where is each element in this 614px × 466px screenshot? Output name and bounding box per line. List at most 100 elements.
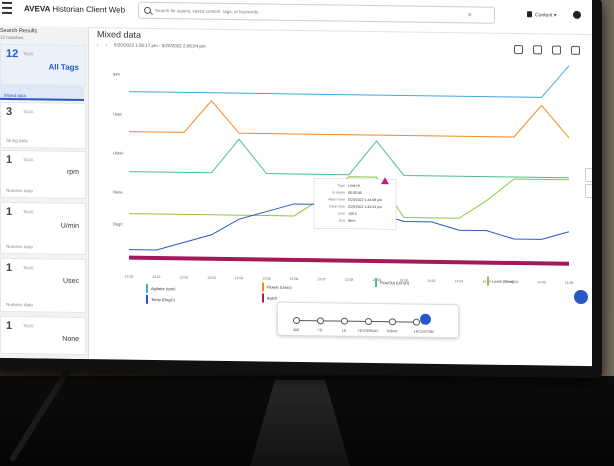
y-axis-label: DegC	[113, 221, 123, 226]
user-account-icon[interactable]	[573, 10, 581, 19]
clear-icon[interactable]: ✕	[468, 12, 472, 18]
result-card-selected-strip[interactable]: Mixed data	[0, 83, 84, 102]
y-axis-label: U/min	[113, 150, 123, 155]
content-menu[interactable]: Content ▾	[535, 12, 556, 18]
card-count: 1	[6, 205, 13, 219]
y-axis-label: rpm	[113, 71, 121, 76]
legend-item[interactable]: FlowOut (U/min)	[375, 278, 409, 288]
tooltip-label: Clear time	[329, 204, 345, 208]
card-count: 1	[6, 319, 13, 333]
settings-icon[interactable]	[552, 45, 561, 55]
legend-label: Batch	[267, 295, 278, 301]
card-footer-label: Numeric data	[6, 243, 33, 250]
x-tick-label: 13:57	[317, 277, 326, 281]
legend-label: Level (liters)	[492, 278, 514, 285]
picker-option-custom[interactable]	[420, 313, 431, 325]
picker-track	[295, 319, 415, 323]
card-unit-label: TAGS	[23, 323, 34, 329]
tooltip-value: Limit.HI	[348, 184, 360, 188]
chart-toolbar	[514, 45, 580, 55]
refresh-icon[interactable]	[514, 45, 523, 55]
next-icon[interactable]: ›	[106, 42, 108, 47]
x-tick-label: 14:01	[427, 279, 436, 283]
x-tick-label: 13:53	[207, 276, 216, 280]
card-main-label: None	[62, 335, 79, 343]
picker-option[interactable]	[293, 316, 300, 325]
previous-icon[interactable]: ‹	[97, 42, 99, 47]
picker-label: 30D	[292, 327, 300, 333]
legend-item[interactable]: Agitator (rpm)	[146, 283, 176, 293]
picker-label: 7D	[317, 328, 323, 333]
picker-option[interactable]	[317, 317, 324, 325]
search-input[interactable]: Search for assets, saved content, tags, …	[155, 8, 258, 14]
card-main-label: Usec	[63, 277, 79, 285]
monitor-screen: AVEVA Historian Client Web Search for as…	[0, 0, 592, 367]
legend-item[interactable]: FlowIn (Usec)	[262, 282, 292, 292]
trash-icon[interactable]	[527, 11, 532, 18]
result-card[interactable]: 1 TAGS Usec Numeric data	[0, 257, 86, 314]
search-results-title: Search Results	[0, 27, 38, 35]
picker-option[interactable]	[413, 318, 420, 326]
legend-swatch	[262, 282, 264, 292]
tooltip-label: Unit	[339, 219, 345, 223]
card-footer-label: Mixed data	[4, 92, 27, 99]
search-bar[interactable]: Search for assets, saved content, tags, …	[138, 1, 495, 24]
series-line	[129, 138, 569, 179]
card-unit-label: TAGS	[23, 109, 34, 115]
x-tick-label: 14:06	[565, 281, 574, 285]
picker-option[interactable]	[389, 318, 396, 326]
x-tick-label: 13:58	[345, 278, 354, 282]
x-tick-label: 13:55	[262, 276, 271, 280]
card-count: 1	[6, 261, 13, 275]
legend-swatch	[262, 293, 264, 303]
legend-item[interactable]: Level (liters)	[487, 276, 514, 286]
search-results-count: 12 matches	[0, 34, 24, 41]
picker-label: 1D	[341, 328, 347, 333]
card-footer-label: Numeric data	[6, 301, 33, 308]
card-unit-label: TAGS	[23, 51, 34, 57]
picker-label: TODAY	[386, 329, 398, 334]
result-card[interactable]: 1 TAGS U/min Numeric data	[0, 201, 86, 256]
fullscreen-icon[interactable]	[571, 45, 580, 55]
card-footer-label: String data	[6, 137, 28, 144]
result-card[interactable]: 1 TAGS rpm Numeric data	[0, 149, 86, 200]
trend-chart[interactable]: rpm Usec U/min None DegC 13:50 13:51 13:52 13:53…	[89, 51, 579, 298]
result-card[interactable]: 1 TAGS None	[0, 315, 86, 356]
card-main-label: All Tags	[48, 62, 79, 72]
tooltip-label: Alarm time	[328, 197, 345, 201]
tooltip-value: 180.0	[348, 212, 357, 216]
x-tick-label: 13:54	[235, 276, 244, 280]
legend-item[interactable]: Batch	[262, 293, 278, 303]
picker-option[interactable]	[341, 317, 348, 325]
x-tick-label: 14:05	[537, 280, 546, 284]
search-icon	[144, 6, 151, 14]
share-button[interactable]	[574, 289, 588, 305]
hamburger-menu-icon[interactable]	[2, 1, 12, 15]
legend-swatch	[146, 283, 148, 293]
tooltip-value: 00:00:06	[348, 191, 362, 195]
card-main-label: U/min	[60, 222, 79, 230]
picker-option[interactable]	[365, 317, 372, 326]
legend-label: Agitator (rpm)	[151, 285, 176, 292]
x-tick-label: 14:02	[455, 279, 464, 283]
brand-name: AVEVA	[24, 3, 51, 14]
product-name: Historian Client Web	[52, 4, 126, 15]
card-count: 12	[6, 47, 19, 61]
comment-icon[interactable]	[533, 45, 542, 55]
series-line	[129, 65, 570, 98]
batch-bar	[129, 255, 569, 266]
picker-label: CUSTOM	[418, 329, 434, 334]
time-range-label: 5/20/2022 1:50:17 pm - 5/20/2022 2:06:04…	[114, 42, 206, 49]
search-results-sidebar: Search Results 12 matches 12 TAGS All Ta…	[0, 25, 89, 360]
card-unit-label: TAGS	[23, 265, 34, 271]
card-unit-label: TAGS	[23, 157, 34, 163]
result-card-all-tags[interactable]: 12 TAGS All Tags	[0, 43, 86, 88]
card-count: 1	[6, 153, 13, 167]
result-card[interactable]: 3 TAGS String data	[0, 101, 86, 150]
picker-label: YESTERDAY	[357, 328, 379, 334]
chart-view-tab[interactable]	[585, 168, 592, 183]
tag-tab[interactable]	[585, 184, 592, 199]
card-unit-label: TAGS	[23, 209, 34, 215]
x-tick-label: 13:52	[180, 275, 189, 279]
legend-item[interactable]: Temp (DegC)	[146, 294, 175, 304]
